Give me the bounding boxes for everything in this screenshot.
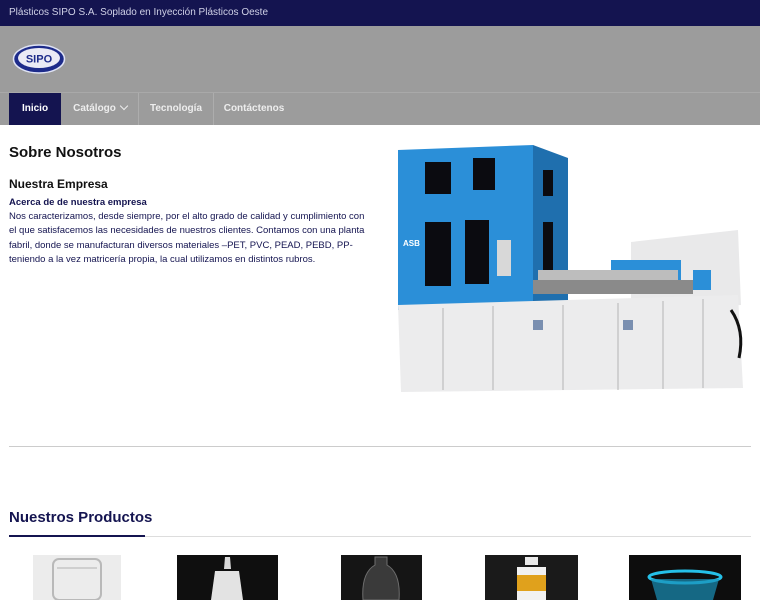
labeled-bottle-icon (485, 555, 578, 600)
site-header: SIPO S.A. (0, 26, 760, 92)
chevron-down-icon (119, 101, 129, 111)
dark-bottle-icon (341, 555, 422, 600)
top-bar-text: Plásticos SIPO S.A. Soplado en Inyección… (9, 7, 269, 18)
company-subtitle: Nuestra Empresa (9, 177, 108, 191)
nav-catalogo-label: Catálogo (73, 103, 116, 114)
company-description: Nos caracterizamos, desde siempre, por e… (9, 211, 365, 265)
nav-inicio[interactable]: Inicio (9, 93, 61, 125)
section-divider (9, 446, 751, 447)
nav-catalogo[interactable]: Catálogo (62, 93, 138, 125)
nav-tecnologia-label: Tecnología (149, 103, 203, 114)
machine-image: ASB (398, 145, 743, 392)
product-blue-cup[interactable] (629, 555, 741, 600)
dropper-bottle-icon (177, 555, 278, 600)
company-lead: Acerca de de nuestra empresa (9, 197, 147, 208)
nav-contactenos-label: Contáctenos (223, 103, 285, 114)
logo-sub: S.A. (49, 66, 55, 70)
blue-cup-icon (629, 555, 741, 600)
nav-tecnologia[interactable]: Tecnología (139, 93, 213, 125)
machine-brand: ASB (403, 239, 420, 248)
products-divider (145, 536, 751, 537)
nav-contactenos[interactable]: Contáctenos (214, 93, 294, 125)
top-bar: Plásticos SIPO S.A. Soplado en Inyección… (0, 0, 760, 26)
product-clear-jar[interactable] (33, 555, 121, 600)
clear-jar-icon (33, 555, 121, 600)
main-nav: Inicio Catálogo Tecnología Contáctenos (0, 92, 760, 125)
logo-text: SIPO (26, 54, 53, 66)
nav-inicio-label: Inicio (21, 103, 49, 114)
about-title: Sobre Nosotros (9, 144, 122, 161)
sipo-logo[interactable]: SIPO S.A. (12, 43, 66, 75)
product-dark-bottle[interactable] (341, 555, 422, 600)
products-title: Nuestros Productos (9, 509, 153, 526)
product-dropper-bottle[interactable] (177, 555, 278, 600)
products-title-underline (9, 535, 145, 537)
product-labeled-bottle[interactable] (485, 555, 578, 600)
